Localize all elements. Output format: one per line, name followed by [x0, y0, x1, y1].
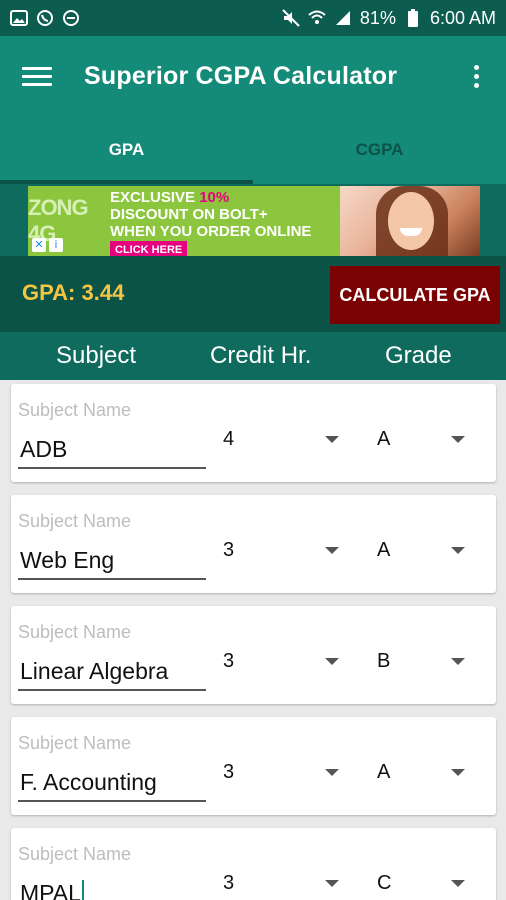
- subject-name-value: MPAL: [20, 880, 81, 900]
- credit-hours-dropdown[interactable]: 3: [223, 539, 234, 562]
- ad-photo: [340, 186, 480, 256]
- ad-line3: WHEN YOU ORDER ONLINE: [110, 223, 312, 240]
- subject-name-input[interactable]: ADB: [20, 436, 67, 463]
- grade-dropdown-arrow-icon[interactable]: [451, 547, 465, 554]
- subject-card: Subject Name ADB 4 A: [11, 384, 496, 482]
- grade-dropdown-arrow-icon[interactable]: [451, 769, 465, 776]
- mute-icon: [282, 9, 300, 27]
- subject-name-input[interactable]: F. Accounting: [20, 769, 157, 796]
- tab-gpa[interactable]: GPA: [0, 116, 253, 184]
- status-right-icons: 81% 6:00 AM: [282, 8, 496, 29]
- input-underline: [18, 578, 206, 580]
- battery-icon: [404, 9, 422, 27]
- header-subject: Subject: [56, 342, 137, 369]
- ad-banner[interactable]: ZONG 4G EXCLUSIVE 10% DISCOUNT ON BOLT+ …: [28, 186, 480, 256]
- ad-line2: DISCOUNT ON BOLT+: [110, 206, 268, 223]
- status-bar: 81% 6:00 AM: [0, 0, 506, 36]
- subject-list: Subject Name ADB 4 A Subject Name Web En…: [0, 380, 506, 900]
- grade-dropdown[interactable]: A: [377, 539, 390, 562]
- overflow-menu-icon[interactable]: [466, 58, 486, 94]
- grade-dropdown[interactable]: A: [377, 428, 390, 451]
- subject-name-hint: Subject Name: [18, 733, 132, 753]
- subject-name-input[interactable]: Web Eng: [20, 547, 114, 574]
- grade-dropdown[interactable]: A: [377, 761, 390, 784]
- image-icon: [10, 9, 28, 27]
- app-title: Superior CGPA Calculator: [84, 61, 398, 90]
- ad-info-icon[interactable]: i: [49, 238, 63, 252]
- credit-dropdown-arrow-icon[interactable]: [325, 436, 339, 443]
- hamburger-menu-icon[interactable]: [22, 57, 60, 95]
- table-header: Subject Credit Hr. Grade: [0, 332, 506, 380]
- ad-line1-highlight: 10%: [199, 189, 230, 206]
- status-left-icons: [10, 9, 80, 27]
- subject-name-hint: Subject Name: [18, 622, 132, 642]
- credit-hours-dropdown[interactable]: 3: [223, 761, 234, 784]
- whatsapp-icon: [36, 9, 54, 27]
- grade-dropdown[interactable]: C: [377, 872, 391, 895]
- header-grade: Grade: [385, 342, 452, 369]
- subject-name-hint: Subject Name: [18, 511, 132, 531]
- battery-percent: 81%: [359, 7, 396, 28]
- app-bar: Superior CGPA Calculator: [0, 36, 506, 116]
- grade-dropdown-arrow-icon[interactable]: [451, 880, 465, 887]
- subject-card: Subject Name Web Eng 3 A: [11, 495, 496, 593]
- credit-hours-dropdown[interactable]: 3: [223, 872, 234, 895]
- header-credit: Credit Hr.: [210, 342, 312, 369]
- credit-dropdown-arrow-icon[interactable]: [325, 769, 339, 776]
- credit-dropdown-arrow-icon[interactable]: [325, 658, 339, 665]
- grade-dropdown-arrow-icon[interactable]: [451, 436, 465, 443]
- gpa-result: GPA: 3.44: [22, 280, 125, 305]
- subject-name-hint: Subject Name: [18, 400, 132, 420]
- credit-hours-dropdown[interactable]: 4: [223, 428, 234, 451]
- wifi-icon: [308, 9, 326, 27]
- subject-name-hint: Subject Name: [18, 844, 132, 864]
- ad-text: EXCLUSIVE 10% DISCOUNT ON BOLT+ WHEN YOU…: [110, 186, 340, 256]
- tab-cgpa[interactable]: CGPA: [253, 116, 506, 184]
- calculate-gpa-button[interactable]: CALCULATE GPA: [330, 266, 500, 324]
- ad-area: ZONG 4G EXCLUSIVE 10% DISCOUNT ON BOLT+ …: [0, 184, 506, 256]
- text-cursor: [81, 880, 84, 900]
- dnd-icon: [62, 9, 80, 27]
- grade-dropdown[interactable]: B: [377, 650, 390, 673]
- ad-line1: EXCLUSIVE: [110, 189, 200, 206]
- signal-icon: [334, 9, 352, 27]
- subject-card: Subject Name Linear Algebra 3 B: [11, 606, 496, 704]
- subject-name-input[interactable]: MPAL: [20, 880, 84, 900]
- subject-card: Subject Name MPAL 3 C: [11, 828, 496, 900]
- input-underline: [18, 800, 206, 802]
- ad-controls: ✕ i: [32, 238, 63, 252]
- subject-name-input[interactable]: Linear Algebra: [20, 658, 168, 685]
- input-underline: [18, 467, 206, 469]
- status-time: 6:00 AM: [429, 7, 496, 28]
- gpa-row: GPA: 3.44 CALCULATE GPA: [0, 256, 506, 332]
- ad-cta-button[interactable]: CLICK HERE: [110, 241, 188, 256]
- input-underline: [18, 689, 206, 691]
- tab-bar: GPA CGPA: [0, 116, 506, 184]
- ad-close-icon[interactable]: ✕: [32, 238, 46, 252]
- grade-dropdown-arrow-icon[interactable]: [451, 658, 465, 665]
- credit-dropdown-arrow-icon[interactable]: [325, 547, 339, 554]
- credit-dropdown-arrow-icon[interactable]: [325, 880, 339, 887]
- credit-hours-dropdown[interactable]: 3: [223, 650, 234, 673]
- subject-card: Subject Name F. Accounting 3 A: [11, 717, 496, 815]
